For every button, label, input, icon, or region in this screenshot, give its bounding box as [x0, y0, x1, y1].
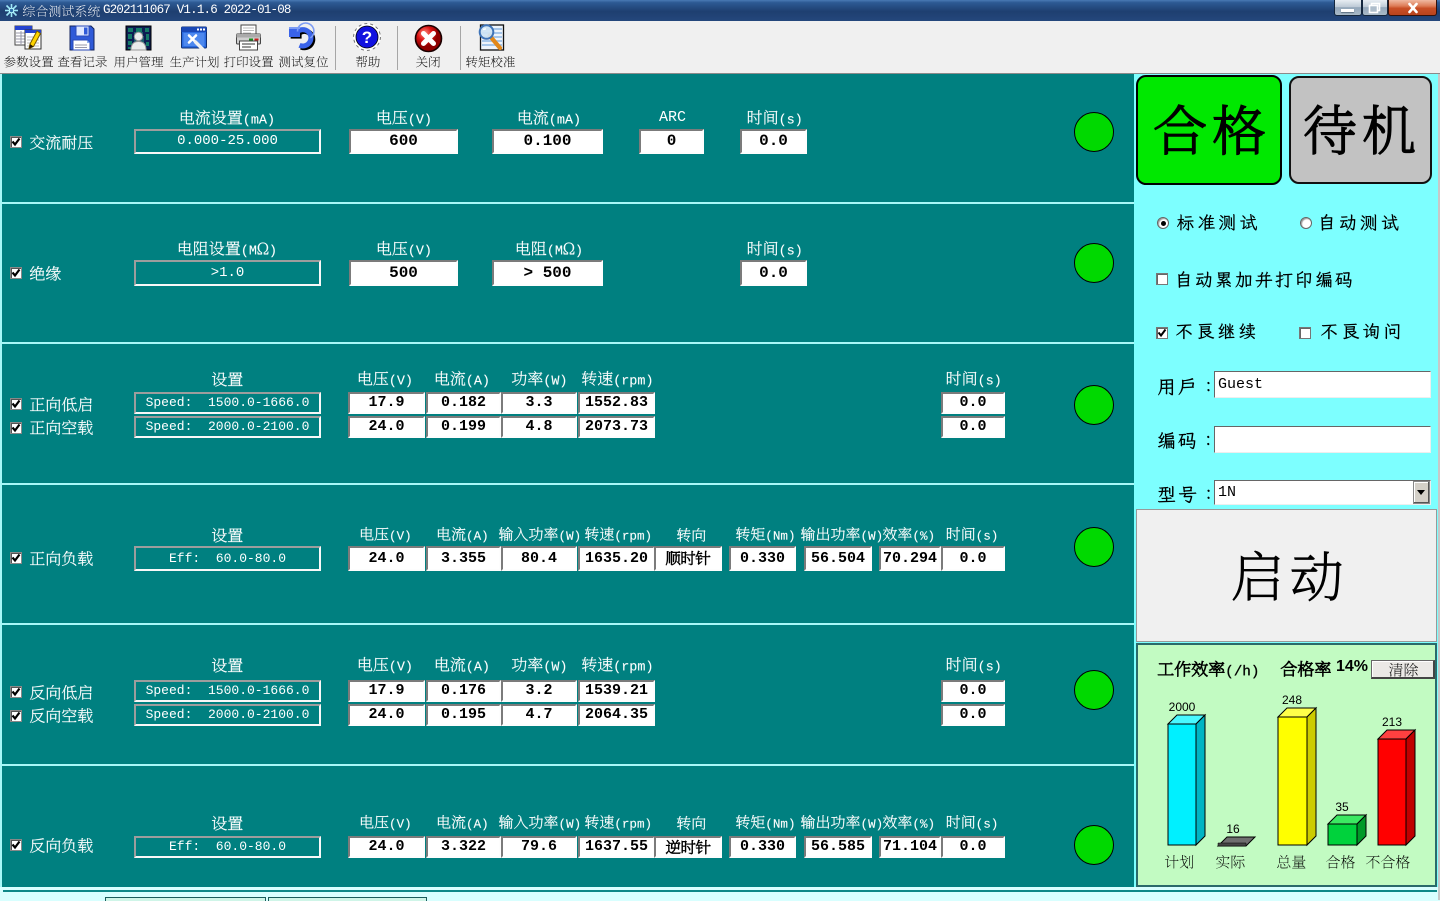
svg-text:?: ?	[362, 28, 372, 47]
